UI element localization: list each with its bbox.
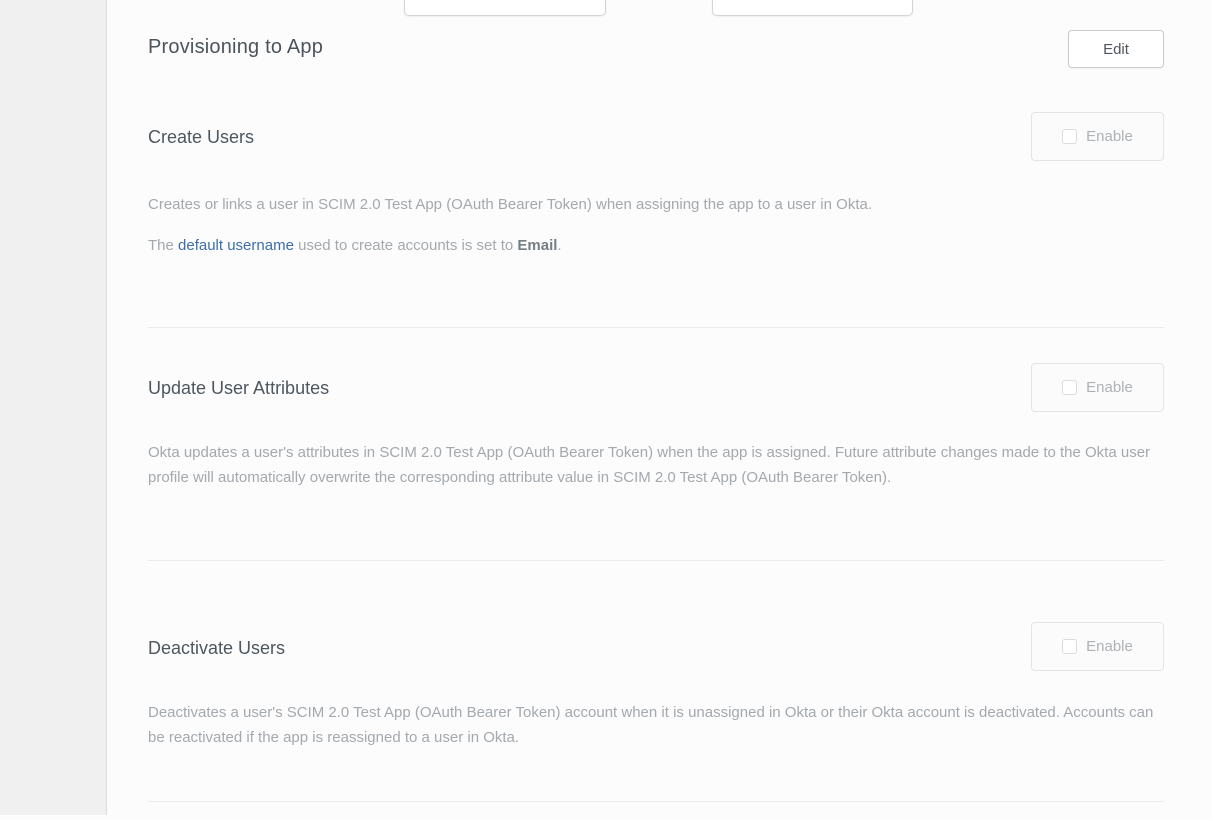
enable-toggle-deactivate-users[interactable]: Enable (1031, 622, 1164, 671)
enable-label: Enable (1086, 128, 1133, 145)
form-field-stub-left[interactable] (404, 0, 606, 16)
section-title: Deactivate Users (148, 638, 285, 659)
note-middle: used to create accounts is set to (294, 237, 517, 254)
checkbox-icon[interactable] (1062, 129, 1077, 144)
provisioning-settings-page: Provisioning to App Edit Create Users En… (0, 0, 1212, 820)
left-sidebar (0, 0, 107, 815)
section-divider (148, 560, 1164, 561)
section-description: Deactivates a user's SCIM 2.0 Test App (… (148, 700, 1164, 750)
checkbox-icon[interactable] (1062, 380, 1077, 395)
enable-label: Enable (1086, 379, 1133, 396)
section-title: Update User Attributes (148, 378, 329, 399)
note-bold-value: Email (517, 237, 557, 254)
section-title: Create Users (148, 127, 254, 148)
form-field-stub-right[interactable] (712, 0, 913, 16)
enable-label: Enable (1086, 638, 1133, 655)
section-divider (148, 327, 1164, 328)
note-suffix: . (557, 237, 561, 254)
checkbox-icon[interactable] (1062, 639, 1077, 654)
main-content: Provisioning to App Edit Create Users En… (108, 0, 1212, 820)
section-deactivate-users: Deactivate Users Enable Deactivates a us… (148, 622, 1164, 762)
enable-toggle-update-user-attributes[interactable]: Enable (1031, 363, 1164, 412)
edit-button[interactable]: Edit (1068, 30, 1164, 68)
username-note: The default username used to create acco… (148, 233, 1164, 258)
section-create-users: Create Users Enable Creates or links a u… (148, 112, 1164, 292)
enable-toggle-create-users[interactable]: Enable (1031, 112, 1164, 161)
note-prefix: The (148, 237, 178, 254)
section-description: Creates or links a user in SCIM 2.0 Test… (148, 192, 1164, 217)
default-username-link[interactable]: default username (178, 237, 294, 254)
section-update-user-attributes: Update User Attributes Enable Okta updat… (148, 363, 1164, 523)
section-divider (148, 801, 1164, 802)
page-title: Provisioning to App (148, 36, 323, 59)
section-description: Okta updates a user's attributes in SCIM… (148, 440, 1164, 490)
